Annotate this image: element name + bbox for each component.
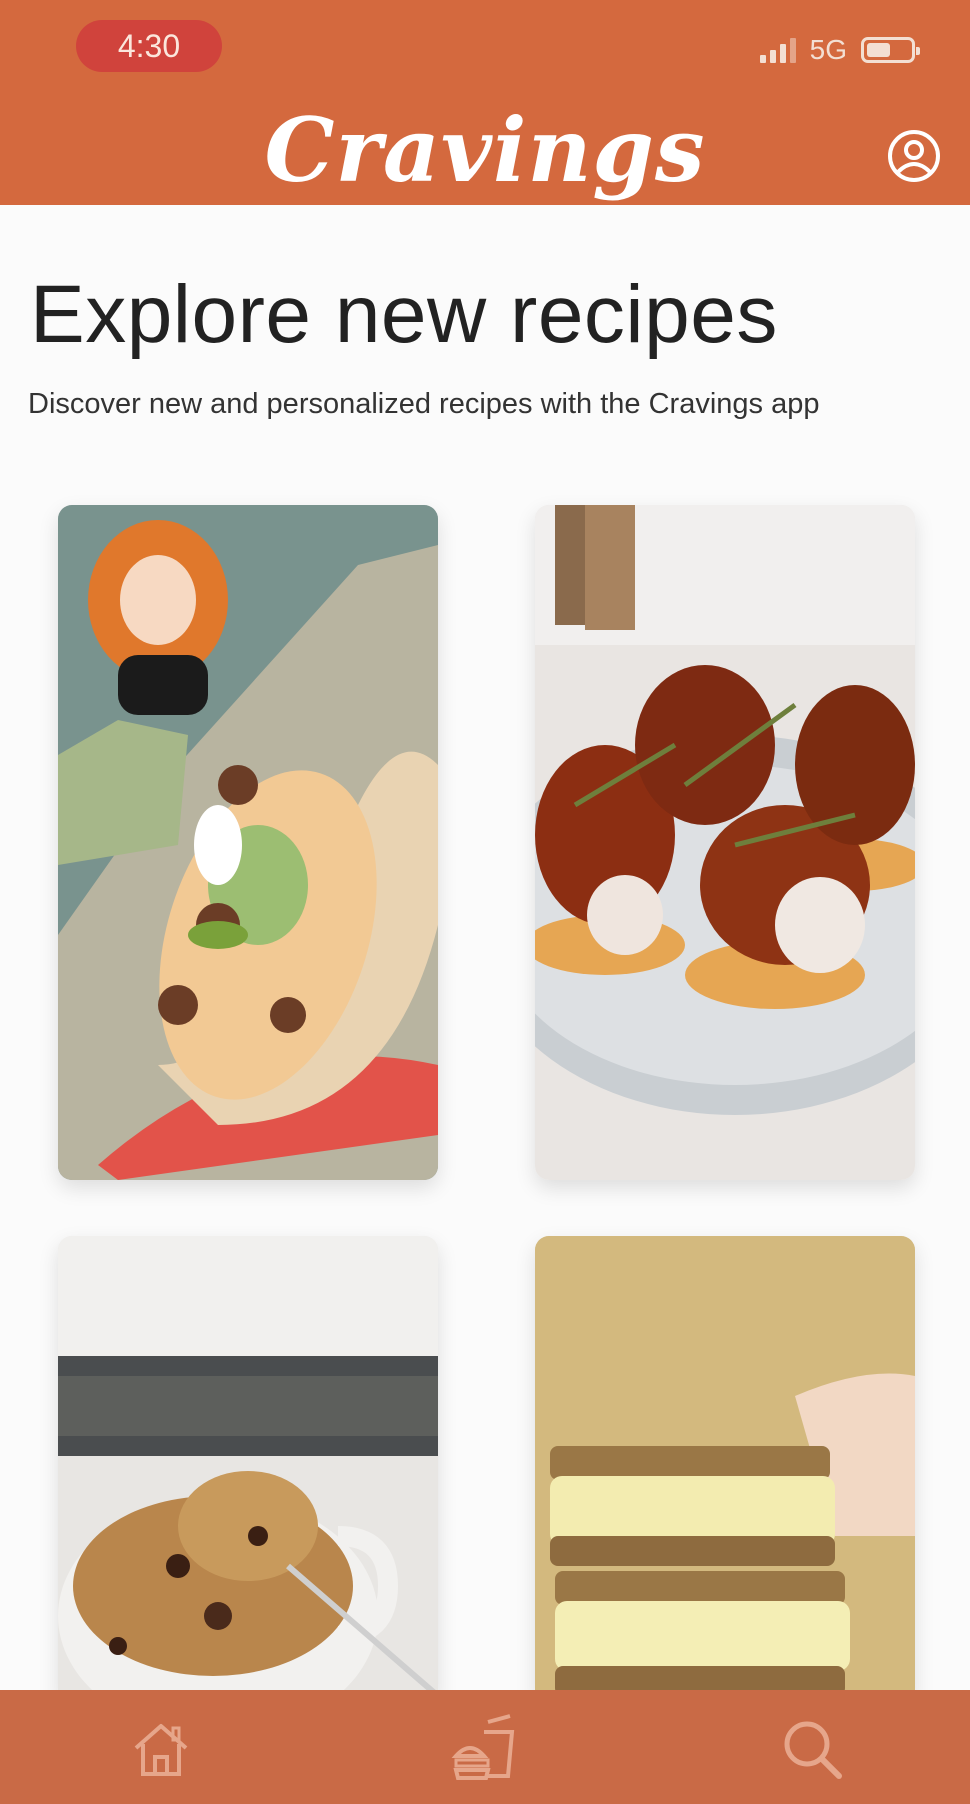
page-subtitle: Discover new and personalized recipes wi… <box>28 388 820 420</box>
egg-sandwich-photo <box>535 1236 915 1696</box>
network-label: 5G <box>809 34 847 65</box>
user-circle-icon[interactable] <box>886 128 942 184</box>
battery-icon <box>861 37 920 63</box>
status-time: 4:30 <box>76 20 222 72</box>
recipe-card-taco[interactable] <box>58 505 438 1180</box>
fast-food-icon[interactable] <box>450 1714 520 1784</box>
mug-cookie-photo <box>58 1236 438 1696</box>
app-logo: Cravings <box>264 98 706 202</box>
app-header: 4:30 5G Cravings <box>0 0 970 205</box>
home-icon[interactable] <box>126 1714 196 1784</box>
recipe-card-egg-sandwich[interactable] <box>535 1236 915 1696</box>
signal-icon <box>759 37 796 63</box>
taco-with-cartoon-photo <box>58 505 438 1180</box>
recipe-card-mug-cookie[interactable] <box>58 1236 438 1696</box>
page-title: Explore new recipes <box>30 269 778 360</box>
status-indicators: 5G <box>759 34 920 66</box>
search-icon[interactable] <box>777 1714 847 1784</box>
recipe-card-cheese-bites[interactable] <box>535 505 915 1180</box>
bottom-navigation <box>0 1690 970 1804</box>
cheese-bites-with-jam-photo <box>535 505 915 1180</box>
